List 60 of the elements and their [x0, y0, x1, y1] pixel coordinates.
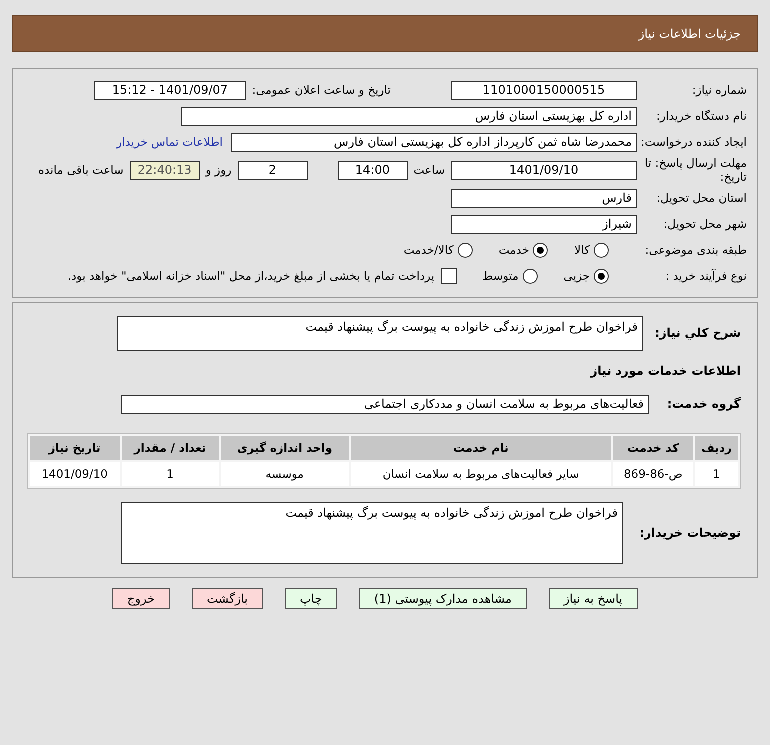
field-label: طبقه بندی موضوعی:	[644, 243, 747, 257]
column-header: نام خدمت	[350, 436, 612, 460]
field-label: تاریخ و ساعت اعلان عمومی:	[252, 83, 391, 97]
checkbox-label: پرداخت تمام یا بخشی از مبلغ خرید،از محل "اسناد خزانه اسلامی" خواهد بود.	[68, 269, 435, 283]
action-button[interactable]: چاپ	[285, 588, 338, 609]
table-cell: 1401/09/10	[30, 462, 120, 486]
column-header: تاریخ نیاز	[30, 436, 120, 460]
section-heading: اطلاعات خدمات مورد نیاز	[589, 364, 741, 378]
action-button[interactable]: خروج	[112, 588, 170, 609]
table-cell: ص-86-869	[613, 462, 694, 486]
city-field: شیراز	[451, 214, 637, 234]
field-label: شرح کلي نياز:	[654, 326, 741, 340]
field-label: ساعت	[414, 163, 445, 177]
field-label: استان محل تحویل:	[656, 191, 747, 205]
days-field: 2	[238, 160, 308, 180]
remaining-time-field: 22:40:13	[130, 160, 200, 180]
field-label: نام دستگاه خریدار:	[655, 109, 747, 123]
table-cell: 1	[122, 462, 219, 486]
field-label: شهر محل تحویل:	[662, 217, 747, 231]
description-box: فراخوان طرح اموزش زندگی خانواده به پیوست برگ پیشنهاد قیمت	[117, 316, 643, 350]
radio-label: جزیی	[564, 269, 590, 283]
buyer-contact-link[interactable]: اطلاعات تماس خریدار	[116, 135, 223, 149]
table-cell: موسسه	[220, 462, 349, 486]
table-cell: سایر فعالیت‌های مربوط به سلامت انسان	[350, 462, 612, 486]
buyer-org-field: اداره کل بهزیستی استان فارس	[181, 106, 637, 126]
checkbox[interactable]	[440, 268, 457, 284]
action-button[interactable]: پاسخ به نیاز	[548, 588, 638, 609]
need-number-field: 1101000150000515	[451, 80, 637, 100]
field-label: روز و	[206, 163, 232, 177]
action-button[interactable]: بازگشت	[192, 588, 263, 609]
field-label: گروه خدمت:	[666, 397, 741, 411]
radio-button[interactable]	[458, 242, 473, 258]
radio-label: کالا/خدمت	[404, 243, 454, 257]
field-label: مهلت ارسال پاسخ: تا تاریخ:	[644, 156, 747, 184]
province-field: فارس	[451, 188, 637, 208]
field-label: شماره نیاز:	[691, 83, 747, 97]
radio-button[interactable]	[533, 242, 548, 258]
column-header: ردیف	[695, 436, 738, 460]
radio-button[interactable]	[522, 268, 538, 284]
radio-button[interactable]	[594, 268, 609, 284]
field-label: ایجاد کننده درخواست:	[640, 135, 747, 149]
field-label: نوع فرآیند خرید :	[664, 269, 747, 283]
service-group-field: فعالیت‌های مربوط به سلامت انسان و مددکاری اجتماعی	[121, 394, 649, 414]
deadline-date-field: 1401/09/10	[451, 160, 637, 180]
field-label: توضیحات خریدار:	[638, 526, 741, 540]
column-header: تعداد / مقدار	[122, 436, 219, 460]
column-header: کد خدمت	[613, 436, 694, 460]
creator-field: محمدرضا شاه ثمن کارپرداز اداره کل بهزیستی استان فارس	[231, 132, 637, 152]
radio-label: خدمت	[498, 243, 530, 257]
action-button[interactable]: مشاهده مدارک پیوستی (1)	[359, 588, 527, 609]
buyer-notes-box: فراخوان طرح اموزش زندگی خانواده به پیوست برگ پیشنهاد قیمت	[121, 502, 623, 564]
radio-label: متوسط	[482, 269, 519, 283]
announce-date-field: 1401/09/07 - 15:12	[94, 80, 246, 100]
field-label: ساعت باقی مانده	[38, 163, 124, 177]
table-cell: 1	[695, 462, 738, 486]
header-title: جزئیات اطلاعات نیاز	[638, 26, 741, 40]
radio-button[interactable]	[594, 242, 609, 258]
deadline-time-field: 14:00	[338, 160, 408, 180]
column-header: واحد اندازه گیری	[220, 436, 349, 460]
radio-label: کالا	[574, 243, 590, 257]
